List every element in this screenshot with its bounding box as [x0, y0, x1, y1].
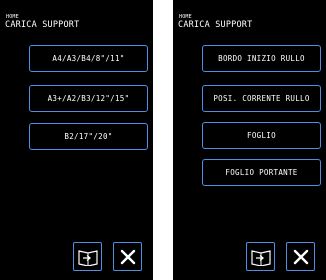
roll-start-edge-button[interactable]: BORDO INIZIO RULLO [202, 45, 321, 72]
paper-size-button-a3plus[interactable]: A3+/A2/B3/12"/15" [29, 85, 148, 112]
carrier-sheet-button[interactable]: FOGLIO PORTANTE [202, 159, 321, 186]
book-arrow-icon [250, 249, 271, 266]
close-x-icon [293, 249, 308, 264]
screen-left: HOME CARICA SUPPORT A4/A3/B4/8"/11" A3+/… [0, 0, 153, 280]
close-x-icon [120, 249, 135, 264]
roll-current-position-button[interactable]: POSI. CORRENTE RULLO [202, 85, 321, 112]
book-arrow-icon [77, 249, 98, 266]
manual-button[interactable] [246, 242, 275, 271]
sheet-button[interactable]: FOGLIO [202, 122, 321, 149]
close-button[interactable] [113, 242, 142, 271]
manual-button[interactable] [73, 242, 102, 271]
screen-right: HOME CARICA SUPPORT BORDO INIZIO RULLO P… [173, 0, 326, 280]
page-title: CARICA SUPPORT [5, 20, 80, 30]
paper-size-button-a4[interactable]: A4/A3/B4/8"/11" [29, 45, 148, 72]
paper-size-button-b2[interactable]: B2/17"/20" [29, 123, 148, 150]
close-button[interactable] [286, 242, 315, 271]
page-title: CARICA SUPPORT [178, 20, 253, 30]
